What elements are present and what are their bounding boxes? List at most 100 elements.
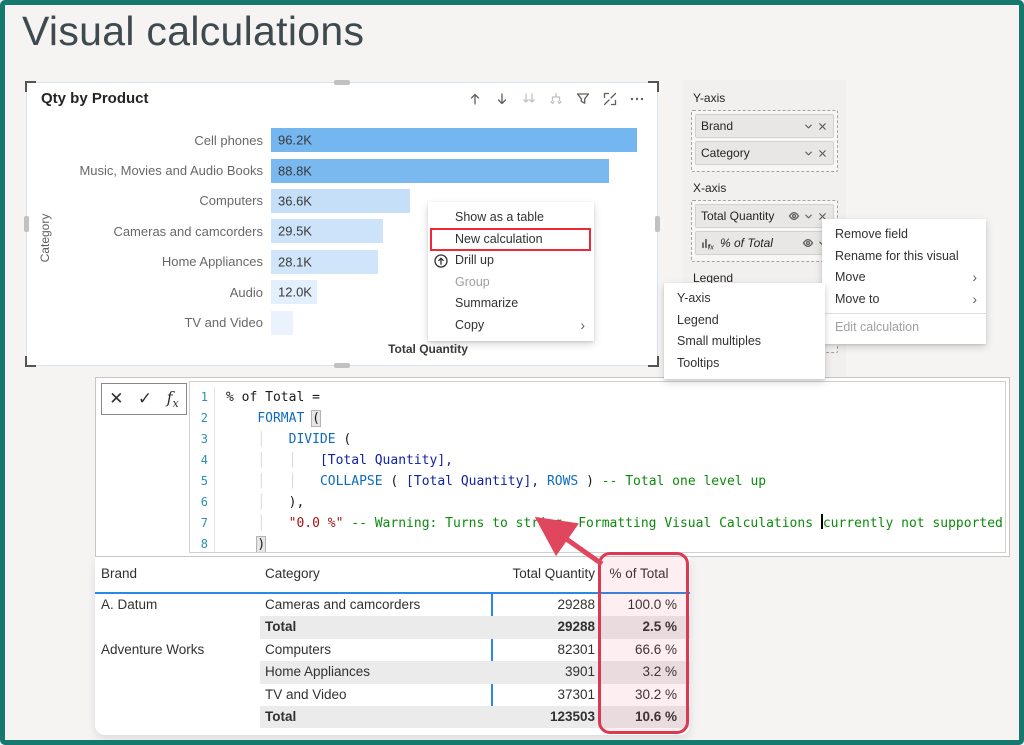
menu-item-label: Small multiples — [677, 334, 761, 348]
table-row[interactable]: A. DatumCameras and camcorders29288100.0… — [95, 594, 690, 616]
resize-handle-left[interactable] — [24, 216, 29, 232]
line-number: 5 — [190, 471, 208, 492]
menu-item-label: Summarize — [455, 296, 518, 310]
menu-item-move-to[interactable]: Move to › — [822, 289, 986, 311]
table-cell: 3901 — [492, 661, 595, 683]
arrow-down-icon[interactable] — [494, 91, 510, 107]
menu-item-label: Move to — [835, 292, 879, 306]
table-cell: TV and Video — [265, 684, 347, 706]
code-text: ) — [214, 534, 265, 553]
more-options-icon[interactable] — [629, 91, 645, 107]
category-axis-label: Home Appliances — [35, 254, 271, 269]
bar-data-label: 96.2K — [278, 133, 312, 148]
menu-item-label: Tooltips — [677, 356, 719, 370]
submenu-chevron-icon: › — [972, 289, 977, 311]
menu-item-move[interactable]: Move› — [822, 267, 986, 289]
selection-corner-top-right — [648, 81, 659, 92]
menu-item-group: Group — [428, 272, 594, 294]
code-line: 2 FORMAT ( — [190, 408, 1005, 429]
page-title: Visual calculations — [22, 8, 364, 55]
field-well-x-axis[interactable]: Total Quantity fx% of Total — [691, 200, 838, 262]
menu-item-copy[interactable]: Copy› — [428, 315, 594, 337]
field-pill-category[interactable]: Category — [695, 141, 834, 165]
visual-title: Qty by Product — [41, 90, 149, 107]
cancel-formula-button[interactable]: ✕ — [109, 389, 123, 409]
table-cell: 66.6 % — [600, 639, 683, 661]
remove-field-icon[interactable] — [817, 121, 828, 132]
table-cell: A. Datum — [101, 594, 157, 616]
data-bar[interactable] — [271, 128, 637, 152]
code-text: % of Total = — [214, 387, 320, 408]
table-row[interactable]: Total12350310.6 % — [95, 706, 690, 728]
fx-button[interactable]: fx — [167, 388, 179, 410]
line-number: 1 — [190, 387, 208, 408]
chevron-down-icon[interactable] — [803, 121, 814, 132]
line-number: 2 — [190, 408, 208, 429]
menu-item-label: Show as a table — [455, 210, 544, 224]
menu-item-small-multiples[interactable]: Small multiples — [664, 331, 825, 353]
column-header-total-quantity[interactable]: Total Quantity — [492, 566, 595, 581]
menu-item-summarize[interactable]: Summarize — [428, 293, 594, 315]
chart-row: Music, Movies and Audio Books 88.8K — [35, 155, 641, 185]
bar-data-label: 88.8K — [278, 163, 312, 178]
eye-icon[interactable] — [788, 210, 800, 222]
code-text: │ ), — [214, 492, 304, 513]
eye-icon[interactable] — [802, 237, 814, 249]
category-axis-label: TV and Video — [35, 315, 271, 330]
table-cell: Home Appliances — [265, 661, 370, 683]
table-cell: 82301 — [492, 639, 595, 661]
dax-code-area[interactable]: 1% of Total =2 FORMAT (3 │ DIVIDE (4 │ │… — [189, 381, 1006, 553]
commit-formula-button[interactable]: ✓ — [138, 389, 152, 409]
column-header-brand[interactable]: Brand — [101, 566, 137, 581]
table-row[interactable]: Adventure WorksComputers8230166.6 % — [95, 639, 690, 661]
resize-handle-bottom[interactable] — [334, 363, 350, 368]
resize-handle-top[interactable] — [334, 80, 350, 85]
formula-editor: ✕✓fx 1% of Total =2 FORMAT (3 │ DIVIDE (… — [95, 377, 1010, 557]
field-pill-of-total[interactable]: fx% of Total — [695, 231, 834, 255]
filter-icon[interactable] — [575, 91, 591, 107]
table-cell: 2.5 % — [600, 616, 683, 638]
menu-item-legend[interactable]: Legend — [664, 310, 825, 332]
table-row[interactable]: Total292882.5 % — [95, 616, 690, 638]
menu-item-drill-up[interactable]: Drill up — [428, 250, 594, 272]
menu-item-remove-field[interactable]: Remove field — [822, 224, 986, 246]
chevron-down-icon[interactable] — [803, 148, 814, 159]
resize-handle-right[interactable] — [655, 216, 660, 232]
menu-item-label: Y-axis — [677, 291, 711, 305]
field-options-menu: Remove fieldRename for this visualMove›M… — [822, 219, 986, 344]
data-bar[interactable] — [271, 311, 293, 335]
category-axis-label: Music, Movies and Audio Books — [35, 163, 271, 178]
menu-item-rename-for-this-visual[interactable]: Rename for this visual — [822, 246, 986, 268]
line-number: 6 — [190, 492, 208, 513]
menu-item-edit-calculation: Edit calculation — [822, 317, 986, 339]
drill-up-icon — [434, 254, 448, 268]
menu-item-label: New calculation — [455, 232, 543, 246]
table-row[interactable]: TV and Video3730130.2 % — [95, 684, 690, 706]
expand-next-level-icon — [548, 91, 564, 107]
data-bar[interactable] — [271, 159, 609, 183]
table-cell: Total — [265, 616, 296, 638]
menu-item-label: Edit calculation — [835, 320, 919, 334]
column-header-pct-of-total[interactable]: % of Total — [600, 566, 678, 581]
double-arrow-down-icon — [521, 91, 537, 107]
arrow-up-icon[interactable] — [467, 91, 483, 107]
code-text: │ DIVIDE ( — [214, 429, 351, 450]
category-axis-label: Cameras and camcorders — [35, 224, 271, 239]
focus-mode-icon[interactable] — [602, 91, 618, 107]
submenu-chevron-icon: › — [580, 315, 585, 337]
remove-field-icon[interactable] — [817, 148, 828, 159]
bar-data-label: 12.0K — [278, 285, 312, 300]
field-pill-total-quantity[interactable]: Total Quantity — [695, 204, 834, 228]
table-row[interactable]: Home Appliances39013.2 % — [95, 661, 690, 683]
chevron-down-icon[interactable] — [803, 211, 814, 222]
table-cell: 123503 — [492, 706, 595, 728]
field-well-y-axis[interactable]: Brand Category — [691, 110, 838, 172]
menu-item-new-calculation[interactable]: New calculation — [428, 229, 594, 251]
table-cell: 100.0 % — [600, 594, 683, 616]
menu-item-tooltips[interactable]: Tooltips — [664, 353, 825, 375]
field-pill-brand[interactable]: Brand — [695, 114, 834, 138]
menu-item-label: Group — [455, 275, 490, 289]
menu-item-y-axis[interactable]: Y-axis — [664, 288, 825, 310]
column-header-category[interactable]: Category — [265, 566, 320, 581]
menu-item-show-as-a-table[interactable]: Show as a table — [428, 207, 594, 229]
